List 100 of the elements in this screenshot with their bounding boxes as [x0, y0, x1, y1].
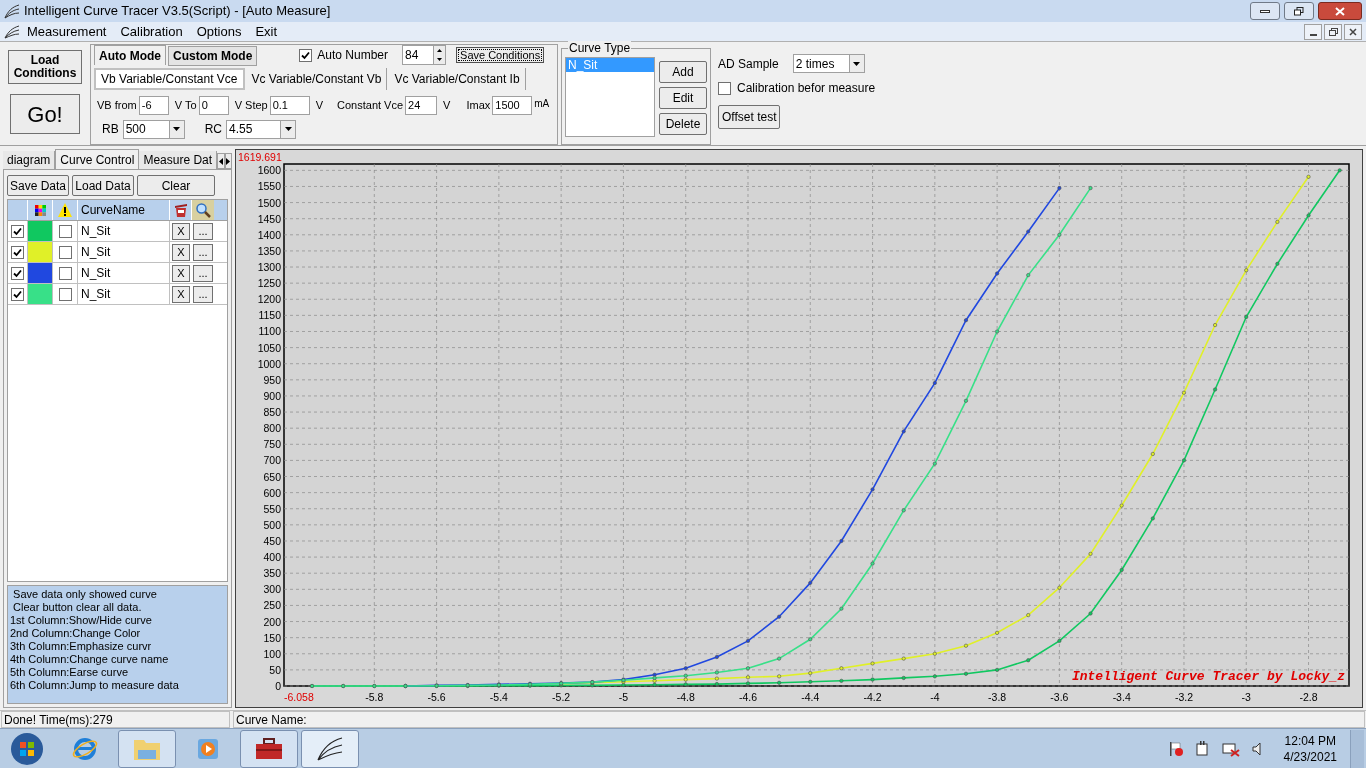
save-conditions-button[interactable]: Save Conditions	[456, 47, 545, 63]
panel-button[interactable]: Clear	[137, 175, 215, 196]
erase-button[interactable]: X	[172, 243, 190, 261]
axis-label: -5.4	[489, 691, 508, 703]
erase-button[interactable]: X	[172, 222, 190, 240]
color-swatch[interactable]	[28, 263, 53, 283]
dropdown[interactable]: 500	[122, 119, 185, 139]
erase-button[interactable]: X	[172, 285, 190, 303]
minimize-button[interactable]	[1304, 23, 1322, 40]
input-field[interactable]: -6	[138, 95, 169, 115]
load-conditions-button[interactable]: Load Conditions	[8, 50, 82, 84]
axis-label: -5.6	[427, 691, 446, 703]
jump-button[interactable]: ...	[193, 222, 213, 240]
color-swatch[interactable]	[28, 221, 53, 241]
jump-button[interactable]: ...	[193, 243, 213, 261]
scroll-left-button[interactable]	[217, 153, 225, 169]
checkbox-label: Calibration befor measure	[737, 80, 876, 97]
color-swatch[interactable]	[28, 284, 53, 304]
panel-button[interactable]: Load Data	[72, 175, 134, 196]
axis-label: 250	[263, 599, 281, 612]
axis-label: 750	[263, 438, 281, 451]
dropdown[interactable]: 4.55	[226, 119, 296, 139]
spin-field[interactable]: 84	[402, 45, 447, 65]
panel-button[interactable]: Save Data	[7, 175, 69, 196]
menu-item[interactable]: Calibration	[113, 21, 190, 42]
axis-label: -3.6	[1050, 691, 1069, 703]
input-field[interactable]: 24	[405, 95, 438, 115]
clock-date[interactable]: 4/23/2021	[1283, 748, 1337, 765]
power-icon[interactable]	[1194, 740, 1211, 757]
column-header: CurveName	[78, 200, 170, 220]
panel-tab[interactable]: diagram	[3, 151, 56, 169]
checkbox[interactable]	[58, 245, 72, 259]
curve-tracer-taskbar-icon[interactable]	[301, 729, 359, 768]
axis-label: -5	[618, 691, 629, 703]
panel-tab[interactable]: Curve Control	[55, 149, 140, 169]
app-icon	[4, 24, 20, 39]
axis-label: 800	[263, 422, 281, 435]
axis-label: 600	[263, 486, 281, 499]
curve-type-button[interactable]: Add	[659, 61, 707, 83]
panel-tab[interactable]: Measure Dat	[139, 151, 218, 169]
checkbox[interactable]	[299, 48, 313, 62]
help-text: 4th Column:Change curve name	[10, 653, 170, 666]
sweep-tab[interactable]: Vc Variable/Constant Vb	[246, 68, 388, 90]
down-arrow-icon[interactable]	[437, 58, 443, 61]
checkbox[interactable]	[11, 287, 24, 301]
checkbox[interactable]	[58, 266, 72, 280]
mode-tab[interactable]: Auto Mode	[94, 45, 166, 65]
restore-button[interactable]	[1284, 2, 1314, 20]
sweep-tab[interactable]: Vb Variable/Constant Vce	[94, 68, 245, 90]
erase-button[interactable]: X	[172, 264, 190, 282]
input-field[interactable]: 0.1	[269, 95, 310, 115]
flag-icon[interactable]	[1167, 740, 1184, 757]
jump-button[interactable]: ...	[193, 264, 213, 282]
checkbox[interactable]	[718, 81, 731, 95]
app-icon	[4, 3, 20, 19]
speaker-icon[interactable]	[1250, 740, 1263, 757]
jump-button[interactable]: ...	[193, 285, 213, 303]
checkbox[interactable]	[11, 266, 24, 280]
curve-type-button[interactable]: Delete	[659, 113, 707, 135]
dropdown[interactable]: 2 times	[792, 54, 865, 73]
offset-test-button[interactable]: Offset test	[718, 105, 781, 129]
input-field[interactable]: 0	[198, 95, 229, 115]
axis-label: -3.8	[988, 691, 1007, 703]
scroll-right-button[interactable]	[224, 153, 232, 169]
toolbox-taskbar-icon[interactable]	[240, 729, 298, 768]
unit-label: V	[174, 97, 183, 113]
mode-tab[interactable]: Custom Mode	[168, 46, 258, 66]
curve-name[interactable]: N_Sit	[78, 221, 170, 241]
menu-item[interactable]: Exit	[248, 21, 285, 42]
close-button[interactable]	[1318, 2, 1362, 20]
up-arrow-icon[interactable]	[437, 49, 443, 52]
restore-icon	[1328, 27, 1338, 36]
curve-name[interactable]: N_Sit	[78, 242, 170, 262]
checkbox[interactable]	[58, 224, 72, 238]
curve-name[interactable]: N_Sit	[78, 263, 170, 283]
clock-time[interactable]: 12:04 PM	[1284, 732, 1336, 749]
menu-item[interactable]: Measurement	[20, 21, 114, 42]
input-field[interactable]: 1500	[492, 95, 533, 115]
help-text: Clear button clear all data.	[12, 601, 143, 614]
field-label: Step	[245, 97, 268, 113]
checkbox[interactable]	[58, 287, 72, 301]
close-button[interactable]	[1344, 23, 1362, 40]
curve-name[interactable]: N_Sit	[78, 284, 170, 304]
help-text: 1st Column:Show/Hide curve	[10, 614, 153, 627]
axis-label: 1600	[257, 164, 281, 177]
checkbox[interactable]	[11, 245, 24, 259]
curve-type-button[interactable]: Edit	[659, 87, 707, 109]
help-text: 2nd Column:Change Color	[10, 627, 142, 640]
go-button[interactable]: Go!	[10, 94, 80, 134]
minimize-button[interactable]	[1250, 2, 1280, 20]
checkbox[interactable]	[11, 224, 24, 238]
menu-item[interactable]: Options	[189, 21, 249, 42]
axis-label: 1250	[257, 277, 281, 290]
sweep-tab[interactable]: Vc Variable/Constant Ib	[389, 68, 526, 90]
axis-min-label: -6.058	[284, 691, 314, 703]
axis-label: -2.8	[1299, 691, 1318, 703]
color-swatch[interactable]	[28, 242, 53, 262]
network-icon[interactable]	[1221, 740, 1240, 757]
axis-label: 850	[263, 406, 281, 419]
restore-button[interactable]	[1324, 23, 1342, 40]
